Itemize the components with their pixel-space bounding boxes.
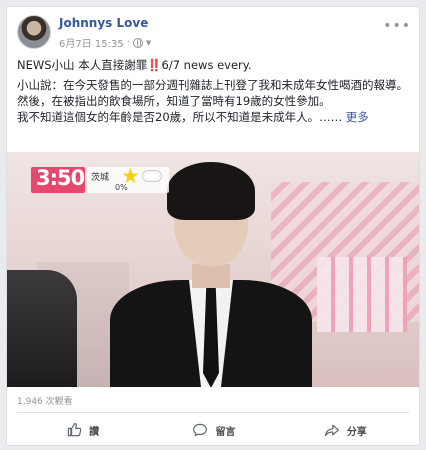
view-count: 1,946 次觀看	[17, 397, 73, 407]
share-button[interactable]: 分享	[280, 413, 411, 445]
post-title-line: NEWS小山 本人直接謝罪‼️6/7 news every.	[17, 58, 252, 72]
see-more-link[interactable]: 更多	[346, 110, 369, 124]
video-set-panels	[317, 257, 407, 332]
tv-weather-percent: 0%	[115, 183, 128, 192]
chevron-down-icon[interactable]: ▼	[146, 39, 151, 47]
post-header: Johnnys Love 6月7日 15:35 · ▼ •••	[17, 15, 411, 51]
dot-separator: ·	[126, 37, 130, 48]
post-paragraph-2: 然後，在被指出的飲食場所，知道了當時有19歲的女性參加。	[17, 94, 331, 108]
post-paragraph-3-text: 我不知道這個女的年齡是否20歲，所以不知道是未成年人。……	[17, 110, 343, 124]
post-actions: 讚 留言 分享	[17, 413, 411, 445]
post-text: NEWS小山 本人直接謝罪‼️6/7 news every. 小山說：在今天發售…	[17, 57, 411, 125]
cloud-icon	[142, 170, 162, 182]
video-other-person	[7, 270, 77, 387]
globe-icon	[132, 37, 143, 48]
facebook-post: Johnnys Love 6月7日 15:35 · ▼ ••• NEWS小山 本…	[6, 6, 420, 446]
share-icon	[324, 424, 339, 437]
post-meta: 6月7日 15:35 · ▼	[59, 35, 151, 50]
avatar[interactable]	[17, 15, 51, 49]
video-player[interactable]: 3:50 茨城 ★ 0%	[7, 152, 419, 387]
post-paragraph-3: 我不知道這個女的年齡是否20歲，所以不知道是未成年人。…… 更多	[17, 109, 411, 125]
video-person-neck	[192, 264, 230, 288]
post-timestamp[interactable]: 6月7日 15:35	[59, 35, 124, 50]
comment-button[interactable]: 留言	[148, 413, 279, 445]
comment-icon	[193, 423, 208, 437]
post-paragraph-1: 小山說：在今天發售的一部分週刊雜誌上刊登了我和未成年女性喝酒的報導。	[17, 78, 408, 92]
page-name-link[interactable]: Johnnys Love	[59, 16, 148, 30]
video-person-hair	[167, 162, 255, 220]
more-options-icon[interactable]: •••	[383, 18, 411, 34]
tv-weather-city: 茨城	[91, 173, 110, 183]
comment-label: 留言	[215, 426, 236, 438]
like-label: 讚	[89, 426, 100, 438]
like-icon	[67, 423, 82, 437]
tv-clock-time: 3:50	[36, 166, 85, 190]
like-button[interactable]: 讚	[17, 413, 148, 445]
share-label: 分享	[346, 426, 367, 438]
